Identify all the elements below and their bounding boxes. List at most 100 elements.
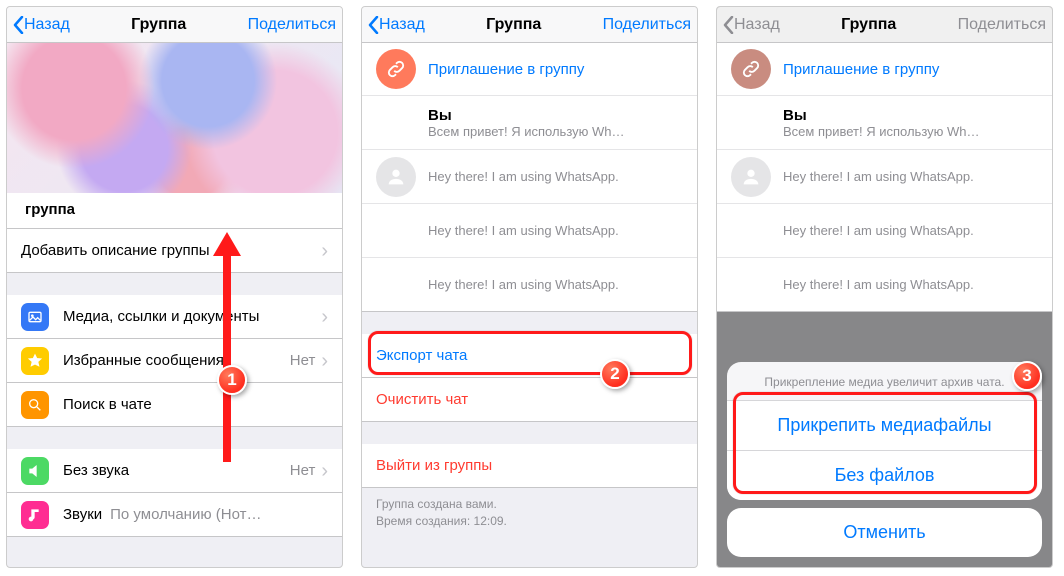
mute-label: Без звука xyxy=(63,462,290,479)
chevron-right-icon: › xyxy=(321,351,328,371)
member-status: Hey there! I am using WhatsApp. xyxy=(428,223,683,238)
member-row[interactable]: Hey there! I am using WhatsApp. xyxy=(362,204,697,258)
screen-2: Назад Группа Поделиться Приглашение в гр… xyxy=(361,6,698,568)
star-icon xyxy=(21,347,49,375)
member-status: Hey there! I am using WhatsApp. xyxy=(783,169,1038,184)
step-badge-1: 1 xyxy=(217,365,247,395)
screen-3: Назад Группа Поделиться Приглашение в гр… xyxy=(716,6,1053,568)
link-icon xyxy=(731,49,771,89)
group-invite-row[interactable]: Приглашение в группу xyxy=(362,43,697,96)
back-label: Назад xyxy=(734,16,780,34)
step-number: 2 xyxy=(610,364,619,384)
step-badge-2: 2 xyxy=(600,359,630,389)
clear-chat-button[interactable]: Очистить чат xyxy=(362,378,697,422)
avatar-placeholder xyxy=(731,103,771,143)
share-button: Поделиться xyxy=(958,16,1046,34)
chevron-left-icon xyxy=(13,16,24,34)
group-created-footer: Группа создана вами. Время создания: 12:… xyxy=(362,488,697,530)
avatar-placeholder xyxy=(376,103,416,143)
attach-media-label: Прикрепить медиафайлы xyxy=(777,415,991,435)
member-row: Hey there! I am using WhatsApp. xyxy=(717,150,1052,204)
avatar-placeholder xyxy=(731,211,771,251)
navbar-title: Группа xyxy=(131,16,186,34)
speaker-icon xyxy=(21,457,49,485)
share-button[interactable]: Поделиться xyxy=(248,16,336,34)
group-cover-image[interactable] xyxy=(7,43,342,193)
member-status: Hey there! I am using WhatsApp. xyxy=(783,223,1038,238)
member-row-you[interactable]: Вы Всем привет! Я использую Wh… xyxy=(362,96,697,150)
navbar: Назад Группа Поделиться xyxy=(7,7,342,43)
link-icon xyxy=(376,49,416,89)
media-icon xyxy=(21,303,49,331)
member-name: Вы xyxy=(783,107,1038,124)
share-label: Поделиться xyxy=(248,16,336,34)
group-invite-row: Приглашение в группу xyxy=(717,43,1052,96)
avatar-placeholder xyxy=(376,265,416,305)
action-sheet-block: Прикрепление медиа увеличит архив чата. … xyxy=(727,362,1042,500)
screen-1: Назад Группа Поделиться группа Добавить … xyxy=(6,6,343,568)
leave-group-label: Выйти из группы xyxy=(376,457,492,474)
group-name[interactable]: группа xyxy=(7,193,342,229)
chevron-left-icon xyxy=(723,16,734,34)
share-label: Поделиться xyxy=(958,16,1046,34)
add-description-row[interactable]: Добавить описание группы › xyxy=(7,229,342,273)
member-name: Вы xyxy=(428,107,683,124)
starred-detail: Нет xyxy=(290,352,316,369)
footer-line-1: Группа создана вами. xyxy=(376,496,683,513)
mute-detail: Нет xyxy=(290,462,316,479)
without-files-button[interactable]: Без файлов xyxy=(727,450,1042,500)
add-description-label: Добавить описание группы xyxy=(21,242,321,259)
sounds-detail: По умолчанию (Нот… xyxy=(110,506,322,523)
member-status: Hey there! I am using WhatsApp. xyxy=(783,277,1038,292)
sounds-row[interactable]: Звуки По умолчанию (Нот… xyxy=(7,493,342,537)
avatar-placeholder xyxy=(376,211,416,251)
chevron-right-icon: › xyxy=(321,241,328,261)
group-name-label: группа xyxy=(25,201,75,218)
share-label: Поделиться xyxy=(603,16,691,34)
navbar: Назад Группа Поделиться xyxy=(717,7,1052,43)
without-files-label: Без файлов xyxy=(835,465,935,485)
back-label: Назад xyxy=(24,16,70,34)
back-button[interactable]: Назад xyxy=(13,16,70,34)
step-number: 1 xyxy=(227,370,236,390)
member-status: Всем привет! Я использую Wh… xyxy=(428,124,683,139)
back-button[interactable]: Назад xyxy=(368,16,425,34)
cancel-button[interactable]: Отменить xyxy=(727,508,1042,557)
avatar-placeholder xyxy=(731,265,771,305)
attach-media-button[interactable]: Прикрепить медиафайлы xyxy=(727,400,1042,450)
starred-messages-label: Избранные сообщения xyxy=(63,352,290,369)
member-row-you: Вы Всем привет! Я использую Wh… xyxy=(717,96,1052,150)
clear-chat-label: Очистить чат xyxy=(376,391,468,408)
back-label: Назад xyxy=(379,16,425,34)
media-links-docs-row[interactable]: Медиа, ссылки и документы › xyxy=(7,295,342,339)
member-row: Hey there! I am using WhatsApp. xyxy=(717,258,1052,312)
member-row: Hey there! I am using WhatsApp. xyxy=(717,204,1052,258)
search-in-chat-label: Поиск в чате xyxy=(63,396,328,413)
group-invite-label: Приглашение в группу xyxy=(783,61,1038,78)
mute-row[interactable]: Без звука Нет › xyxy=(7,449,342,493)
action-sheet: Прикрепление медиа увеличит архив чата. … xyxy=(727,362,1042,557)
member-status: Всем привет! Я использую Wh… xyxy=(783,124,1038,139)
avatar-icon xyxy=(731,157,771,197)
export-chat-button[interactable]: Экспорт чата xyxy=(362,334,697,378)
share-button[interactable]: Поделиться xyxy=(603,16,691,34)
member-row[interactable]: Hey there! I am using WhatsApp. xyxy=(362,150,697,204)
footer-line-2: Время создания: 12:09. xyxy=(376,513,683,530)
avatar-icon xyxy=(376,157,416,197)
step-number: 3 xyxy=(1022,366,1031,386)
music-note-icon xyxy=(21,501,49,529)
search-in-chat-row[interactable]: Поиск в чате xyxy=(7,383,342,427)
back-button: Назад xyxy=(723,16,780,34)
sounds-label: Звуки xyxy=(63,506,102,523)
starred-messages-row[interactable]: Избранные сообщения Нет › xyxy=(7,339,342,383)
navbar-title: Группа xyxy=(841,16,896,34)
chevron-right-icon: › xyxy=(321,307,328,327)
leave-group-button[interactable]: Выйти из группы xyxy=(362,444,697,488)
search-icon xyxy=(21,391,49,419)
navbar-title: Группа xyxy=(486,16,541,34)
chevron-left-icon xyxy=(368,16,379,34)
export-chat-label: Экспорт чата xyxy=(376,347,467,364)
member-row[interactable]: Hey there! I am using WhatsApp. xyxy=(362,258,697,312)
sheet-hint: Прикрепление медиа увеличит архив чата. xyxy=(727,362,1042,400)
cancel-label: Отменить xyxy=(843,522,925,542)
